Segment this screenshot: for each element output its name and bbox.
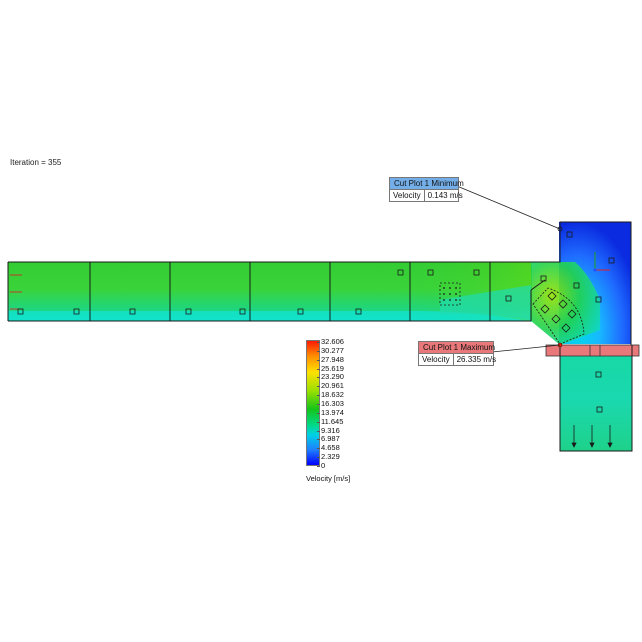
legend-tick: 6.987	[317, 434, 340, 444]
legend-title: Velocity [m/s]	[306, 474, 351, 483]
legend-tick: 11.645	[316, 416, 344, 426]
legend-tick: 9.316	[317, 425, 340, 435]
velocity-cut-plot	[7, 185, 640, 452]
cut-plot-max-title: Cut Plot 1 Maximum	[419, 342, 495, 354]
min-leader-line	[456, 185, 561, 230]
legend-tick: 30.277	[317, 345, 344, 355]
cut-plot-max-value: 26.335 m/s	[452, 354, 500, 365]
legend-tick: 13.974	[317, 407, 344, 417]
riser-lower-section	[560, 345, 632, 451]
cut-plot-max-callout: Cut Plot 1 Maximum Velocity 26.335 m/s	[418, 341, 496, 366]
cut-plot-min-value: 0.143 m/s	[423, 190, 466, 201]
legend-tick: 4.658	[317, 443, 340, 453]
cut-plot-min-title: Cut Plot 1 Minimum	[390, 178, 464, 190]
cut-plot-max-param: Velocity	[422, 355, 450, 364]
legend-tick: 0	[316, 461, 326, 470]
legend-tick: 32.606	[317, 337, 344, 346]
cut-plot-min-param: Velocity	[393, 191, 421, 200]
cut-plot-min-callout: Cut Plot 1 Minimum Velocity 0.143 m/s	[389, 177, 464, 202]
legend-tick: 23.290	[317, 372, 344, 382]
legend-tick: 27.948	[317, 354, 344, 364]
legend-tick: 20.961	[317, 381, 344, 391]
duct-outline	[7, 221, 633, 452]
legend-tick: 16.303	[317, 399, 344, 408]
legend-tick: 2.329	[317, 452, 340, 462]
legend-tick: 18.632	[317, 390, 344, 400]
legend-tick: 25.619	[317, 363, 344, 373]
